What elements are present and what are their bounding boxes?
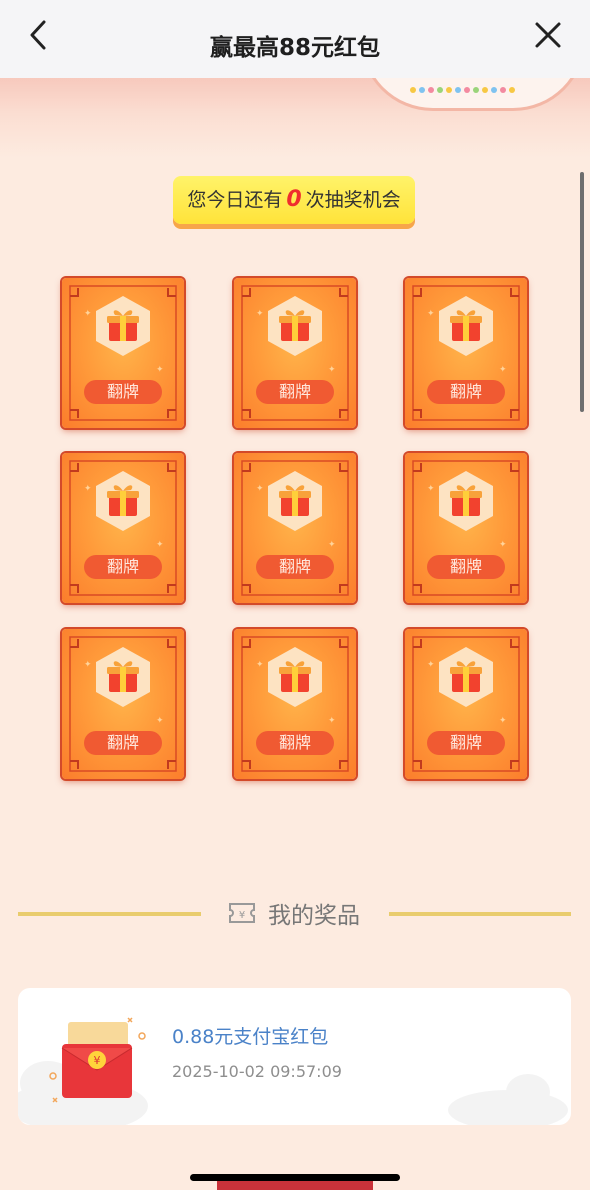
red-envelope-icon: ¥ — [49, 1017, 146, 1103]
gift-icon — [439, 647, 493, 707]
svg-text:✦: ✦ — [84, 484, 92, 494]
home-indicator[interactable] — [190, 1174, 400, 1181]
flip-card-button[interactable]: 翻牌 — [256, 380, 334, 404]
gift-icon — [96, 296, 150, 356]
svg-text:✦: ✦ — [256, 484, 264, 494]
flip-card-button[interactable]: 翻牌 — [427, 380, 505, 404]
divider-right — [389, 912, 571, 916]
flip-card[interactable]: ✦ ✦ 翻牌 — [62, 453, 184, 603]
prize-item[interactable]: ¥ 0.88元支付宝红包 2025-10-02 09:57:09 — [18, 988, 571, 1125]
svg-text:✦: ✦ — [499, 365, 507, 375]
svg-text:✦: ✦ — [84, 309, 92, 319]
gift-icon — [96, 647, 150, 707]
flip-card-button[interactable]: 翻牌 — [84, 731, 162, 755]
chances-suffix: 次抽奖机会 — [305, 189, 401, 211]
flip-card[interactable]: ✦ ✦ 翻牌 — [405, 629, 527, 779]
prize-name: 0.88元支付宝红包 — [172, 1026, 329, 1048]
gift-icon — [439, 471, 493, 531]
svg-text:✦: ✦ — [427, 484, 435, 494]
flip-card-button[interactable]: 翻牌 — [84, 380, 162, 404]
svg-text:✦: ✦ — [84, 660, 92, 670]
gift-icon — [268, 647, 322, 707]
remaining-chances-badge: 您今日还有 0 次抽奖机会 — [173, 176, 415, 224]
svg-text:✦: ✦ — [328, 540, 336, 550]
gift-icon — [439, 296, 493, 356]
flip-card-button[interactable]: 翻牌 — [84, 555, 162, 579]
svg-text:✦: ✦ — [256, 309, 264, 319]
svg-text:✦: ✦ — [427, 660, 435, 670]
flip-card[interactable]: ✦ ✦ 翻牌 — [234, 453, 356, 603]
flip-card[interactable]: ✦ ✦ 翻牌 — [405, 453, 527, 603]
flip-card[interactable]: ✦ ✦ 翻牌 — [405, 278, 527, 428]
svg-text:✦: ✦ — [256, 660, 264, 670]
svg-text:✦: ✦ — [499, 716, 507, 726]
chances-count: 0 — [286, 187, 302, 212]
flip-card[interactable]: ✦ ✦ 翻牌 — [62, 629, 184, 779]
flip-card-button[interactable]: 翻牌 — [427, 555, 505, 579]
flip-card-button[interactable]: 翻牌 — [256, 731, 334, 755]
flip-card[interactable]: ✦ ✦ 翻牌 — [234, 629, 356, 779]
flip-card-button[interactable]: 翻牌 — [427, 731, 505, 755]
svg-text:✦: ✦ — [427, 309, 435, 319]
svg-text:¥: ¥ — [239, 910, 245, 921]
svg-text:✦: ✦ — [156, 716, 164, 726]
gift-icon — [268, 471, 322, 531]
flip-card-button[interactable]: 翻牌 — [256, 555, 334, 579]
my-prizes-title: 我的奖品 — [268, 903, 360, 929]
ticket-icon: ¥ — [229, 903, 255, 923]
my-prizes-header: ¥ 我的奖品 — [0, 896, 590, 930]
svg-text:✦: ✦ — [328, 716, 336, 726]
bottom-banner-edge — [217, 1180, 373, 1190]
close-button[interactable] — [528, 16, 568, 56]
gift-icon — [268, 296, 322, 356]
nav-bar: 赢最高88元红包 — [0, 0, 590, 78]
confetti-decoration — [410, 78, 530, 93]
svg-text:✦: ✦ — [156, 365, 164, 375]
gift-icon — [96, 471, 150, 531]
chances-prefix: 您今日还有 — [187, 189, 283, 211]
scrollbar[interactable] — [580, 172, 584, 412]
top-banner — [0, 38, 590, 158]
flip-card[interactable]: ✦ ✦ 翻牌 — [62, 278, 184, 428]
svg-text:¥: ¥ — [94, 1054, 101, 1067]
close-icon — [535, 22, 561, 48]
flip-card[interactable]: ✦ ✦ 翻牌 — [234, 278, 356, 428]
page-title: 赢最高88元红包 — [209, 35, 380, 61]
svg-text:✦: ✦ — [156, 540, 164, 550]
prize-time: 2025-10-02 09:57:09 — [172, 1062, 342, 1081]
svg-text:✦: ✦ — [499, 540, 507, 550]
svg-text:✦: ✦ — [328, 365, 336, 375]
divider-left — [18, 912, 201, 916]
